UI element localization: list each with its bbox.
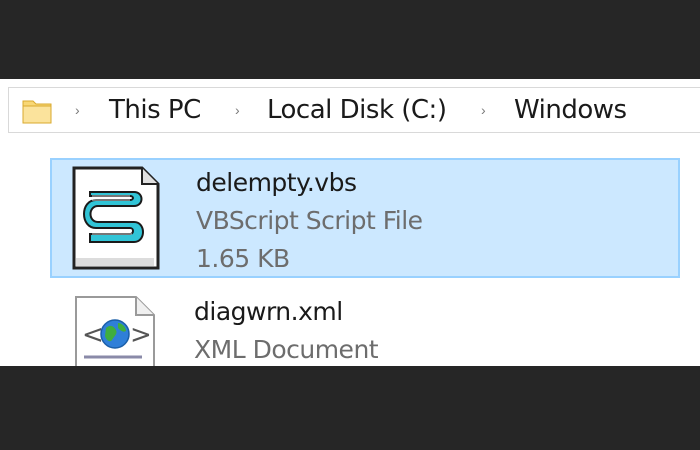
breadcrumb-item-local-disk[interactable]: Local Disk (C:) [267, 95, 447, 125]
file-item-delempty-vbs[interactable]: delempty.vbs VBScript Script File 1.65 K… [50, 158, 680, 278]
breadcrumb-separator[interactable]: › [481, 102, 486, 118]
address-bar[interactable]: › This PC › Local Disk (C:) › Windows [8, 87, 700, 133]
svg-text:>: > [130, 320, 152, 350]
file-size: 1.65 KB [196, 244, 290, 273]
file-type: VBScript Script File [196, 206, 423, 235]
breadcrumb-item-this-pc[interactable]: This PC [109, 95, 201, 125]
breadcrumb-item-windows[interactable]: Windows [514, 95, 627, 125]
xml-document-icon: < > [75, 296, 155, 366]
breadcrumb-separator[interactable]: › [75, 102, 80, 118]
file-explorer-window: › This PC › Local Disk (C:) › Windows de… [0, 79, 700, 366]
file-name: diagwrn.xml [194, 297, 343, 326]
folder-icon [22, 100, 52, 124]
vbscript-file-icon [72, 166, 160, 270]
file-item-diagwrn-xml[interactable]: < > diagwrn.xml XML Document [50, 289, 680, 366]
file-name: delempty.vbs [196, 168, 357, 197]
file-type: XML Document [194, 335, 379, 364]
breadcrumb-separator[interactable]: › [235, 102, 240, 118]
